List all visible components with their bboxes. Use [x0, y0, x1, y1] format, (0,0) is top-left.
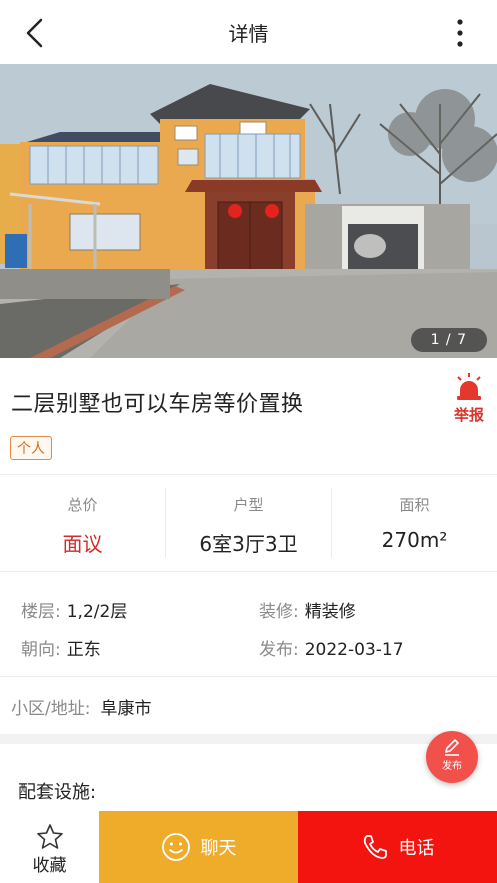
pencil-icon: [445, 739, 459, 756]
stat-label: 户型: [233, 496, 264, 514]
detail-value: 正东: [66, 640, 101, 660]
detail-value: 精装修: [304, 602, 356, 622]
alarm-icon: [457, 373, 481, 400]
divider: [0, 676, 497, 677]
detail-orientation: 朝向: 正东: [21, 635, 101, 660]
publish-fab[interactable]: 发布: [426, 731, 478, 783]
page-title: 详情: [228, 22, 269, 46]
photo-counter: 1 / 7: [410, 328, 487, 352]
detail-label: 朝向:: [21, 640, 61, 660]
stat-value: 面议: [62, 532, 103, 556]
top-bar: 详情: [0, 0, 497, 64]
facilities-heading: 配套设施:: [18, 782, 97, 803]
phone-icon: [363, 835, 387, 859]
detail-value: 1,2/2层: [66, 602, 128, 622]
house-photo: [0, 64, 497, 358]
smile-icon: [161, 833, 190, 861]
stat-area: 面积 270m²: [332, 476, 497, 570]
chat-button[interactable]: 聊天: [99, 811, 298, 883]
detail-label: 楼层:: [21, 602, 61, 622]
report-label: 举报: [453, 406, 484, 424]
section-gap: [0, 734, 497, 744]
more-menu-button[interactable]: [445, 16, 475, 50]
detail-decoration: 装修: 精装修: [259, 597, 356, 622]
stat-value: 6室3厅3卫: [199, 532, 298, 556]
divider: [0, 474, 497, 475]
divider: [0, 571, 497, 572]
call-button[interactable]: 电话: [298, 811, 497, 883]
stat-label: 总价: [67, 496, 98, 514]
detail-floor: 楼层: 1,2/2层: [21, 597, 127, 622]
star-icon: [37, 824, 63, 849]
chat-label: 聊天: [200, 838, 237, 859]
detail-address: 小区/地址: 阜康市: [11, 694, 151, 719]
more-vertical-icon: [457, 19, 463, 47]
detail-publish-date: 发布: 2022-03-17: [259, 635, 404, 660]
stat-price: 总价 面议: [0, 476, 165, 570]
call-label: 电话: [398, 838, 435, 859]
favorite-label: 收藏: [32, 856, 67, 876]
detail-label: 装修:: [259, 602, 299, 622]
stat-layout: 户型 6室3厅3卫: [166, 476, 331, 570]
detail-label: 小区/地址:: [11, 699, 91, 719]
favorite-button[interactable]: 收藏: [0, 811, 99, 883]
owner-type-badge: 个人: [10, 436, 52, 460]
detail-value: 2022-03-17: [304, 640, 404, 660]
listing-title: 二层别墅也可以车房等价置换: [11, 392, 304, 417]
report-button[interactable]: 举报: [448, 372, 490, 424]
detail-label: 发布:: [259, 640, 299, 660]
listing-photo[interactable]: 1 / 7: [0, 64, 497, 358]
stat-label: 面积: [399, 496, 430, 514]
bottom-action-bar: 收藏 聊天 电话: [0, 811, 497, 883]
publish-fab-label: 发布: [442, 761, 462, 772]
stat-value: 270m²: [381, 528, 448, 552]
detail-value: 阜康市: [100, 699, 152, 719]
